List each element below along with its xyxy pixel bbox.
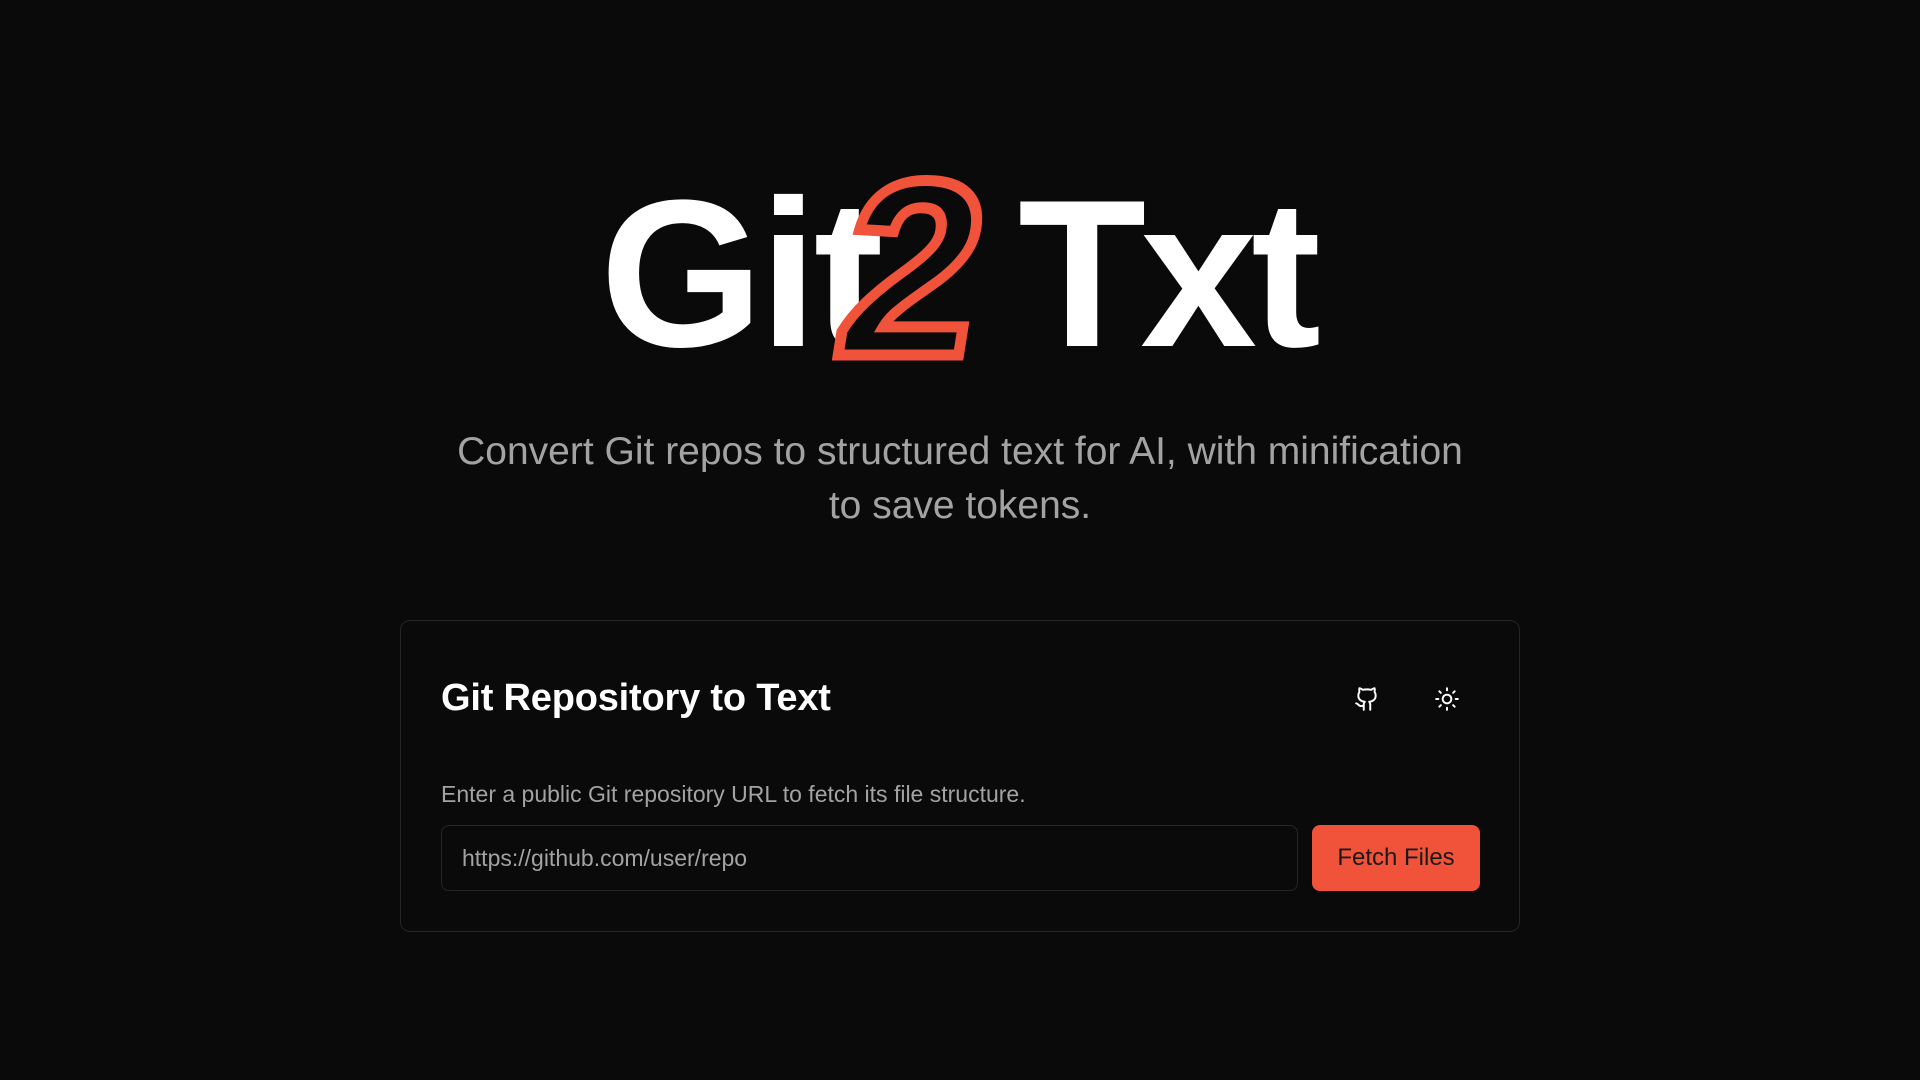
logo-wordmark: Git 2 Txt xyxy=(600,150,1325,380)
tagline: Convert Git repos to structured text for… xyxy=(360,425,1560,533)
github-icon xyxy=(1355,687,1377,711)
logo: Git 2 Txt xyxy=(600,150,1330,380)
tagline-line-1: Convert Git repos to structured text for… xyxy=(457,430,1463,473)
repo-card: Git Repository to Text Enter a public Gi… xyxy=(400,620,1520,932)
page: Git 2 Txt Convert Git repos to structure… xyxy=(0,0,1920,1080)
fetch-files-button[interactable]: Fetch Files xyxy=(1312,825,1480,891)
card-title: Git Repository to Text xyxy=(441,677,831,719)
theme-toggle-button[interactable] xyxy=(1425,677,1469,721)
logo-text-txt: Txt xyxy=(1018,156,1319,380)
sun-icon xyxy=(1435,687,1459,711)
tagline-line-2: to save tokens. xyxy=(828,484,1092,527)
card-description: Enter a public Git repository URL to fet… xyxy=(441,781,1026,807)
github-link-button[interactable] xyxy=(1345,677,1389,721)
repo-url-input[interactable] xyxy=(441,825,1298,891)
